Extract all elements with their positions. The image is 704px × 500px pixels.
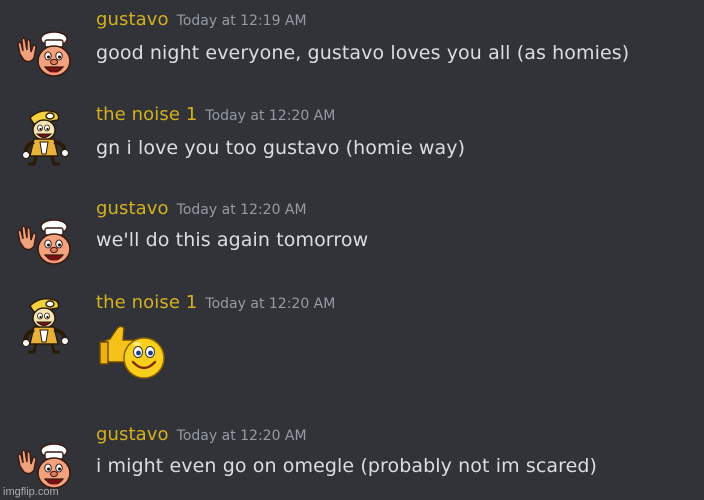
noise-character-icon (22, 110, 69, 166)
avatar[interactable] (14, 106, 78, 170)
avatar[interactable] (14, 24, 78, 88)
timestamp: Today at 12:20 AM (205, 296, 336, 312)
message-header: the noise 1 Today at 12:20 AM (96, 104, 335, 125)
avatar[interactable] (14, 212, 78, 276)
watermark: imgflip.com (3, 486, 59, 498)
timestamp: Today at 12:19 AM (176, 13, 307, 29)
emoji-message (96, 322, 168, 384)
chef-waving-icon (17, 31, 71, 77)
message-header: gustavo Today at 12:19 AM (96, 9, 307, 30)
avatar[interactable] (14, 294, 78, 358)
username[interactable]: the noise 1 (96, 104, 197, 125)
message-header: the noise 1 Today at 12:20 AM (96, 292, 335, 313)
chef-waving-icon (17, 219, 71, 265)
timestamp: Today at 12:20 AM (176, 428, 307, 444)
timestamp: Today at 12:20 AM (176, 202, 307, 218)
message-text: good night everyone, gustavo loves you a… (96, 42, 630, 64)
message-text: i might even go on omegle (probably not … (96, 455, 598, 477)
username[interactable]: gustavo (96, 198, 169, 219)
timestamp: Today at 12:20 AM (205, 108, 336, 124)
message-text: gn i love you too gustavo (homie way) (96, 137, 466, 159)
username[interactable]: gustavo (96, 424, 169, 445)
message-header: gustavo Today at 12:20 AM (96, 198, 307, 219)
username[interactable]: the noise 1 (96, 292, 197, 313)
message-header: gustavo Today at 12:20 AM (96, 424, 307, 445)
message-text: we'll do this again tomorrow (96, 229, 369, 251)
username[interactable]: gustavo (96, 9, 169, 30)
noise-character-icon (22, 298, 69, 354)
thumbs-up-smiley-icon (99, 325, 165, 379)
